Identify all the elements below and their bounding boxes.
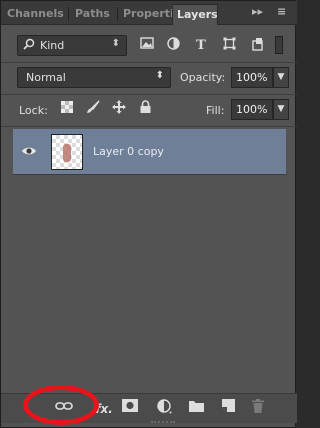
- filter-kind-label: Kind: [40, 39, 65, 52]
- divider: [1, 62, 297, 63]
- blend-row: Normal ⬍ Opacity: 100% ▼: [1, 65, 297, 91]
- tab-separator: [68, 7, 69, 21]
- type-filter-icon[interactable]: T: [191, 37, 211, 55]
- adjustment-layer-icon[interactable]: [153, 399, 175, 419]
- annotation-circle: [23, 385, 99, 425]
- layer-thumbnail-figure: [63, 144, 71, 162]
- fill-label: Fill:: [206, 104, 225, 117]
- layers-list: Layer 0 copy: [13, 129, 286, 389]
- smart-object-filter-icon[interactable]: [247, 37, 267, 55]
- lock-label: Lock:: [19, 104, 48, 117]
- lock-position-icon[interactable]: [109, 100, 129, 120]
- shape-filter-icon[interactable]: [219, 37, 239, 55]
- search-icon: [23, 38, 35, 53]
- lock-transparent-pixels-icon[interactable]: [57, 100, 77, 120]
- tab-channels[interactable]: Channels: [3, 4, 66, 25]
- tab-layers[interactable]: Layers: [172, 4, 218, 25]
- new-layer-icon[interactable]: [217, 399, 239, 419]
- opacity-label: Opacity:: [180, 71, 226, 84]
- filter-toggle[interactable]: [275, 36, 283, 54]
- opacity-input[interactable]: 100%: [231, 67, 273, 88]
- layer-thumbnail: [51, 134, 83, 170]
- new-group-icon[interactable]: [185, 399, 207, 419]
- blend-mode-select[interactable]: Normal ⬍: [17, 67, 171, 88]
- chevron-updown-icon: ⬍: [111, 38, 120, 49]
- lock-all-icon[interactable]: [135, 100, 155, 120]
- pixel-filter-icon[interactable]: [137, 37, 157, 55]
- chevron-updown-icon: ⬍: [155, 70, 164, 81]
- resize-grip[interactable]: [151, 421, 175, 425]
- filter-row: Kind ⬍ T: [1, 31, 297, 59]
- panel-tab-bar: Channels Paths Properties Layers ▸▸ ≡: [1, 1, 297, 25]
- add-mask-icon[interactable]: [119, 399, 141, 419]
- filter-kind-select[interactable]: Kind ⬍: [17, 35, 127, 56]
- lock-row: Lock: Fill: 100% ▼: [1, 97, 297, 123]
- fill-input[interactable]: 100%: [231, 99, 273, 120]
- blend-mode-value: Normal: [26, 71, 66, 84]
- divider: [1, 126, 297, 127]
- tab-paths[interactable]: Paths: [71, 4, 115, 25]
- collapse-panels-icon[interactable]: ▸▸: [252, 5, 263, 18]
- layers-panel: Channels Paths Properties Layers ▸▸ ≡ Ki…: [0, 0, 297, 428]
- fill-dropdown-icon[interactable]: ▼: [273, 99, 289, 120]
- panel-menu-icon[interactable]: ≡: [277, 5, 286, 18]
- divider: [1, 94, 297, 95]
- delete-icon[interactable]: [247, 399, 269, 419]
- opacity-dropdown-icon[interactable]: ▼: [273, 67, 289, 88]
- visibility-eye-icon[interactable]: [21, 143, 37, 159]
- layer-name[interactable]: Layer 0 copy: [93, 145, 164, 158]
- tab-separator: [117, 7, 118, 21]
- tab-properties[interactable]: Properties: [119, 4, 172, 25]
- adjustment-filter-icon[interactable]: [163, 37, 183, 55]
- layer-row[interactable]: Layer 0 copy: [13, 129, 286, 175]
- lock-image-pixels-icon[interactable]: [83, 100, 103, 120]
